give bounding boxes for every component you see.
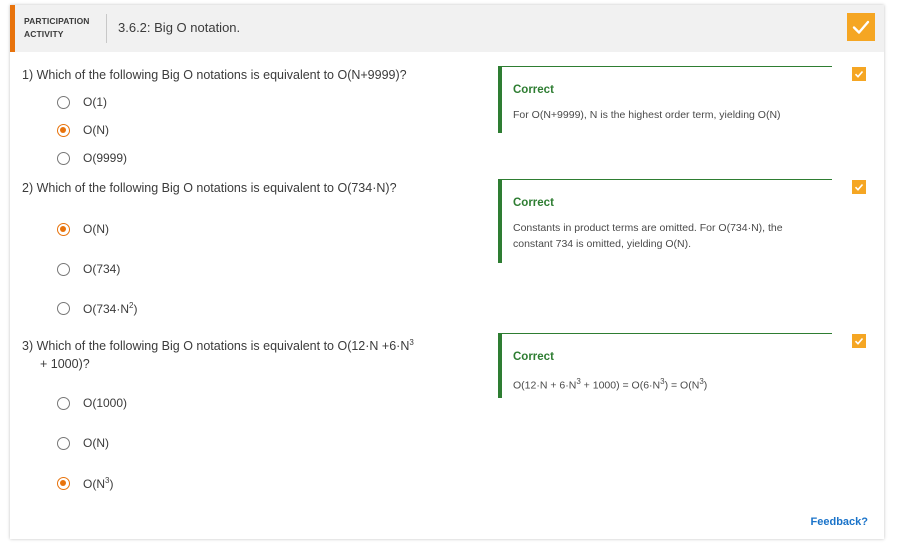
question-number: 3) [22, 339, 34, 354]
option-label-close: ) [109, 477, 114, 491]
radio-button-selected[interactable] [57, 123, 70, 137]
feedback-part: ) [703, 379, 708, 392]
q1-option-3[interactable]: O(9999) [57, 151, 127, 165]
activity-header: PARTICIPATION ACTIVITY 3.6.2: Big O nota… [10, 5, 884, 52]
feedback-part: ) = O(N [664, 379, 700, 392]
option-label: O(9999) [83, 151, 128, 165]
question-number: 1) [22, 68, 34, 82]
accent-bar [10, 5, 15, 52]
option-label: O(N3) [83, 476, 113, 491]
activity-type-label: PARTICIPATION ACTIVITY [24, 15, 90, 41]
radio-button[interactable] [57, 302, 70, 315]
option-label: O(734·N2) [83, 301, 137, 316]
q2-option-2[interactable]: O(734) [57, 262, 120, 276]
question-1: 1) Which of the following Big O notation… [22, 66, 407, 84]
feedback-explanation: O(12·N + 6·N3 + 1000) = O(6·N3) = O(N3) [513, 374, 818, 394]
option-label: O(N) [83, 123, 109, 137]
option-label-base: O(N [83, 477, 105, 491]
radio-button[interactable] [57, 396, 70, 410]
q2-option-1[interactable]: O(N) [57, 222, 109, 236]
q3-check-icon [852, 334, 866, 348]
q1-option-1[interactable]: O(1) [57, 95, 107, 109]
q2-feedback: Correct Constants in product terms are o… [498, 179, 832, 263]
radio-button[interactable] [57, 151, 70, 165]
q3-option-1[interactable]: O(1000) [57, 396, 127, 410]
option-label: O(N) [83, 436, 109, 450]
option-label: O(1) [83, 95, 107, 109]
header-divider [106, 14, 107, 43]
option-label: O(N) [83, 222, 109, 236]
q3-option-2[interactable]: O(N) [57, 436, 109, 450]
option-label: O(1000) [83, 396, 128, 410]
radio-button-selected[interactable] [57, 477, 70, 490]
feedback-part: + 1000) = O(6·N [580, 379, 661, 392]
question-text: Which of the following Big O notations i… [36, 181, 397, 195]
q3-option-3[interactable]: O(N3) [57, 476, 113, 491]
question-text: Which of the following Big O notations i… [36, 68, 407, 82]
feedback-link[interactable]: Feedback? [811, 516, 868, 528]
activity-type-line2: ACTIVITY [24, 29, 64, 39]
question-2: 2) Which of the following Big O notation… [22, 179, 397, 197]
radio-button[interactable] [57, 95, 70, 109]
feedback-status: Correct [513, 84, 554, 96]
activity-type-line1: PARTICIPATION [24, 16, 90, 26]
completion-check-icon [847, 13, 875, 41]
option-label-base: O(734·N [83, 302, 130, 316]
q2-check-icon [852, 180, 866, 194]
feedback-explanation: Constants in product terms are omitted. … [513, 222, 783, 250]
radio-button[interactable] [57, 262, 70, 276]
radio-button[interactable] [57, 436, 70, 450]
radio-button-selected[interactable] [57, 222, 70, 236]
question-number: 2) [22, 181, 34, 195]
feedback-explanation: For O(N+9999), N is the highest order te… [513, 109, 781, 121]
feedback-part: O(12·N + 6·N [513, 379, 577, 392]
question-3: 3) Which of the following Big O notation… [22, 334, 482, 373]
question-text: Which of the following Big O notations i… [36, 339, 410, 354]
q1-feedback: Correct For O(N+9999), N is the highest … [498, 66, 832, 133]
question-superscript: 3 [409, 338, 414, 347]
option-label: O(734) [83, 262, 121, 276]
q1-check-icon [852, 67, 866, 81]
q2-option-3[interactable]: O(734·N2) [57, 301, 137, 316]
activity-title: 3.6.2: Big O notation. [118, 20, 241, 35]
q3-feedback: Correct O(12·N + 6·N3 + 1000) = O(6·N3) … [498, 333, 832, 398]
question-text-cont: + 1000)? [40, 357, 90, 372]
q1-option-2[interactable]: O(N) [57, 123, 109, 137]
participation-activity-card: PARTICIPATION ACTIVITY 3.6.2: Big O nota… [10, 5, 884, 539]
option-label-close: ) [133, 302, 138, 316]
feedback-status: Correct [513, 351, 554, 363]
feedback-status: Correct [513, 197, 554, 209]
